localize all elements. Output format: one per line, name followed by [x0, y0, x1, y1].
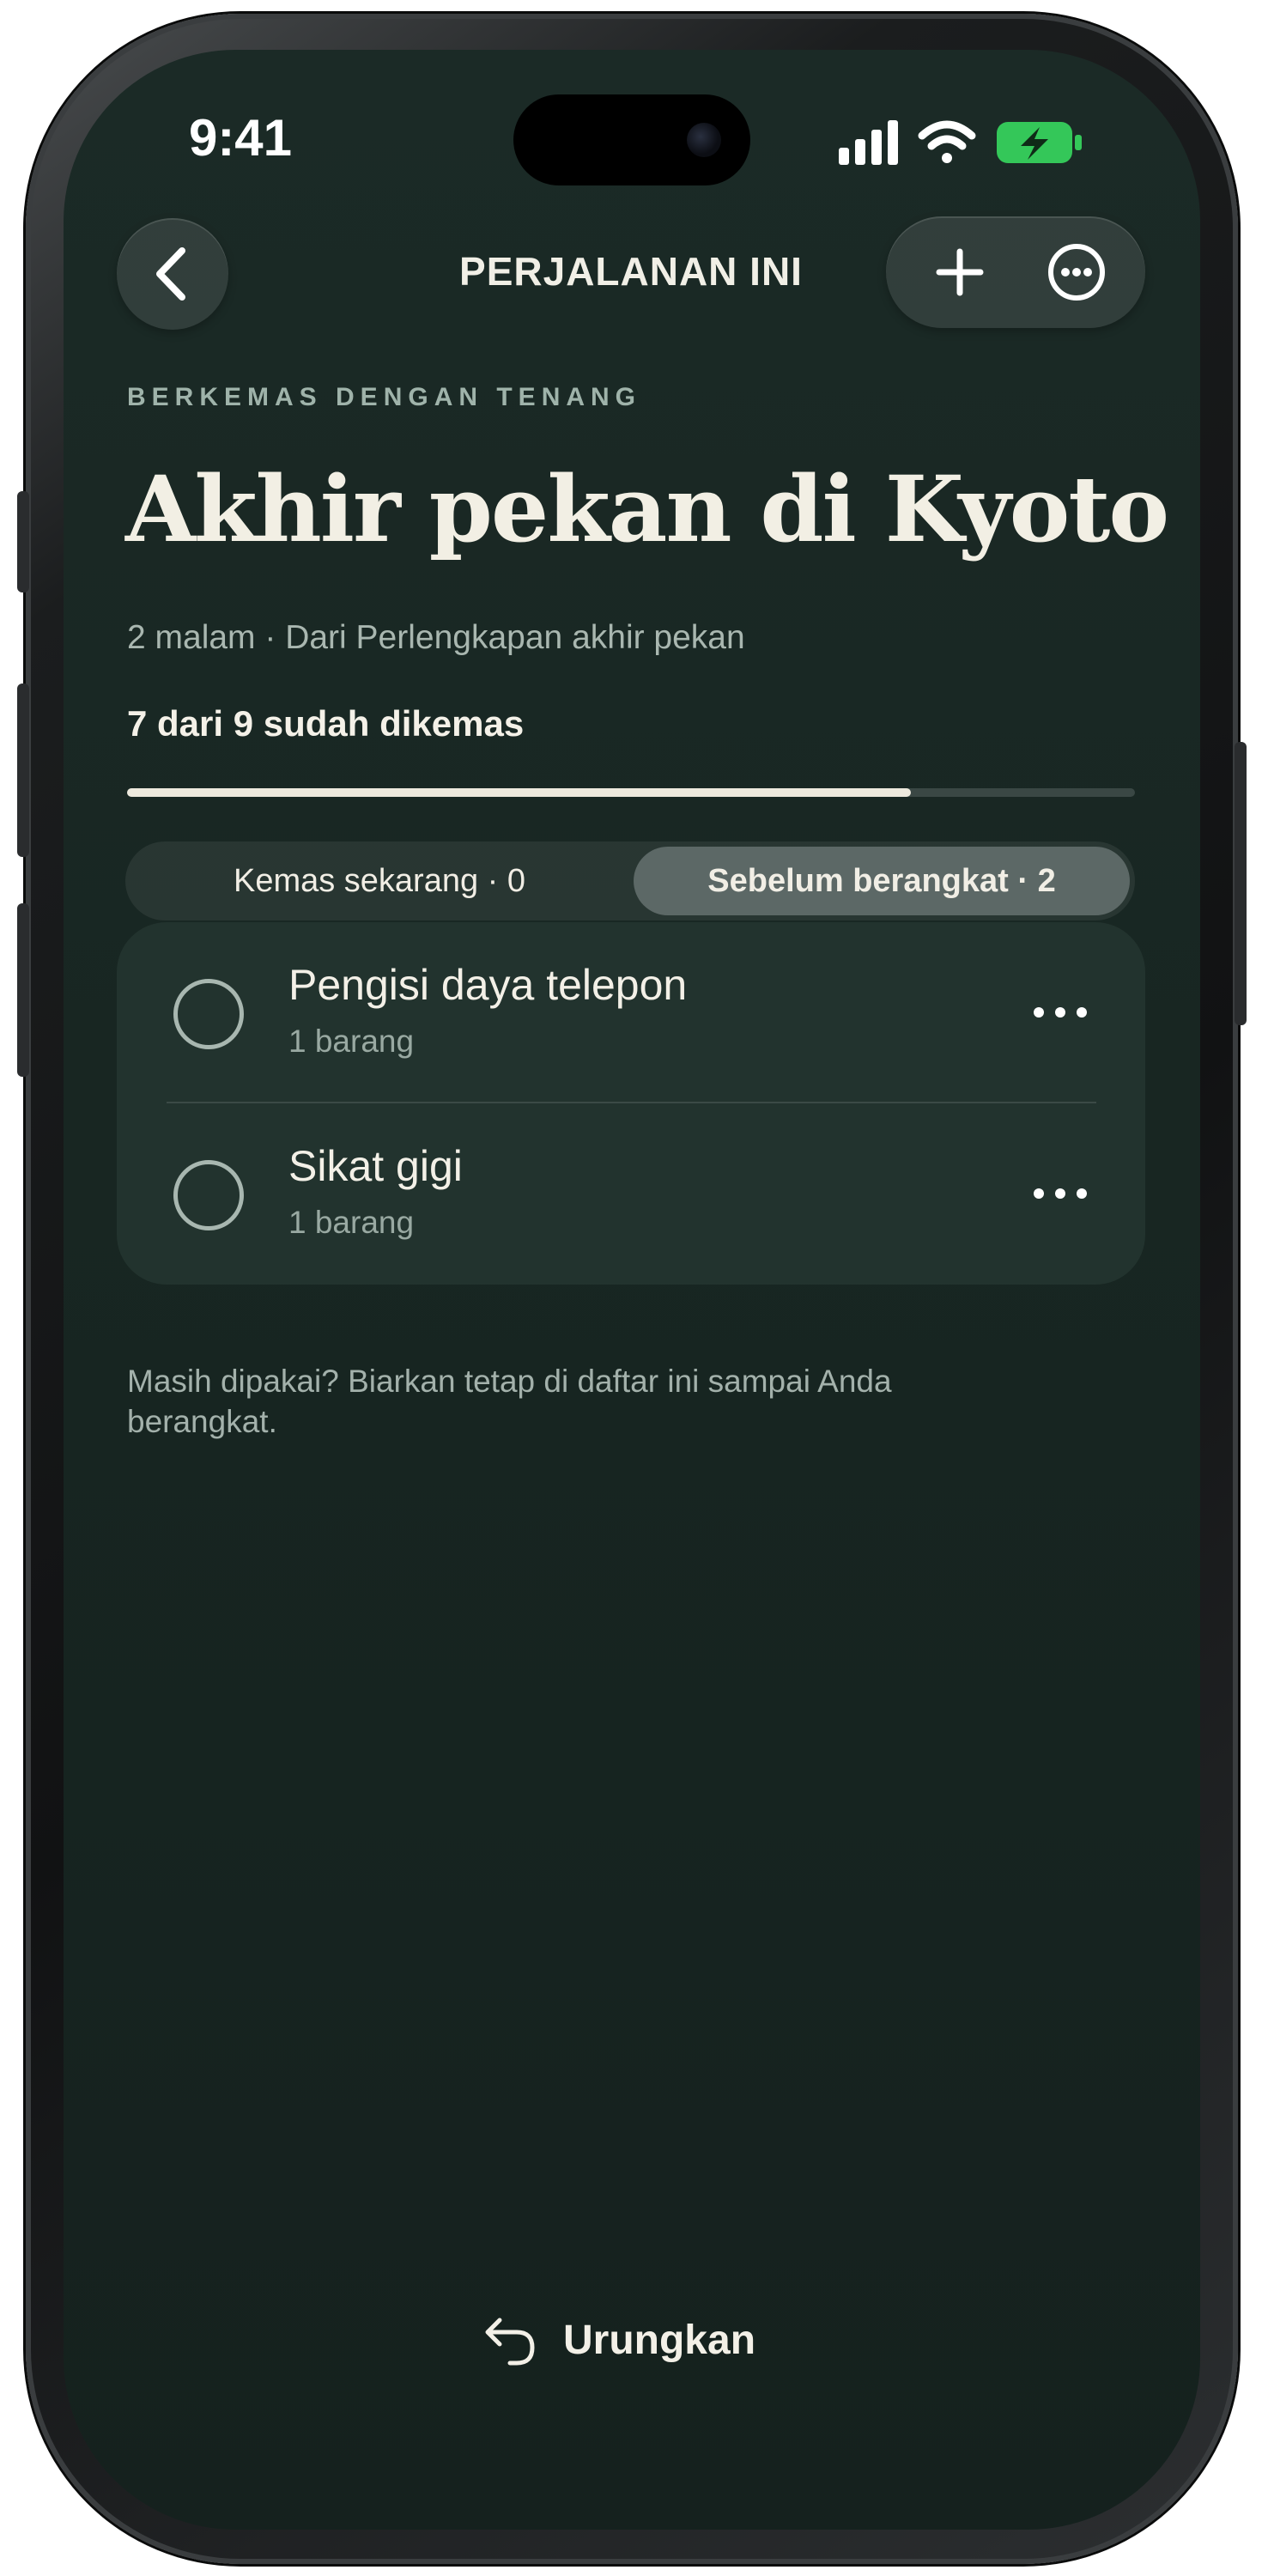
checkbox[interactable]	[173, 1160, 244, 1230]
status-time: 9:41	[188, 109, 293, 167]
volume-down-button	[17, 903, 29, 1077]
plus-icon	[936, 248, 984, 296]
wifi-icon	[918, 120, 976, 163]
helper-note: Masih dipakai? Biarkan tetap di daftar i…	[127, 1364, 892, 1439]
volume-up-button	[17, 683, 29, 857]
progress-bar-fill	[127, 788, 912, 797]
nav-actions	[886, 216, 1145, 328]
eyebrow-label: BERKEMAS DENGAN TENANG	[127, 383, 642, 411]
ellipsis-circle-icon	[1048, 244, 1105, 301]
segment-pack-now[interactable]: Kemas sekarang · 0	[130, 847, 628, 915]
progress-label: 7 dari 9 sudah dikemas	[127, 703, 525, 744]
nav-title: PERJALANAN INI	[459, 249, 803, 294]
undo-label: Urungkan	[563, 2317, 756, 2363]
more-options-button[interactable]	[1034, 229, 1119, 315]
page-title: Akhir pekan di Kyoto	[125, 455, 1169, 562]
item-list-card: Pengisi daya telepon 1 barang Sikat gigi…	[117, 922, 1145, 1285]
item-quantity: 1 barang	[288, 1024, 415, 1059]
progress-bar	[127, 788, 1135, 797]
ellipsis-icon	[1034, 1188, 1087, 1199]
item-more-button[interactable]	[1030, 991, 1090, 1034]
item-name: Sikat gigi	[288, 1142, 463, 1190]
item-quantity: 1 barang	[288, 1205, 415, 1240]
checkbox[interactable]	[173, 979, 244, 1049]
ellipsis-icon	[1034, 1007, 1087, 1018]
undo-button[interactable]: Urungkan	[481, 2301, 755, 2379]
status-icons	[837, 118, 1086, 167]
segment-before-departure[interactable]: Sebelum berangkat · 2	[634, 847, 1130, 915]
back-button[interactable]	[117, 218, 228, 330]
power-button	[1235, 742, 1247, 1025]
trip-subtitle: 2 malam · Dari Perlengkapan akhir pekan	[127, 619, 745, 656]
chevron-left-icon	[156, 247, 185, 301]
item-more-button[interactable]	[1030, 1172, 1090, 1215]
front-camera-icon	[687, 123, 721, 157]
battery-charging-icon	[997, 122, 1082, 163]
list-item[interactable]: Pengisi daya telepon 1 barang	[117, 922, 1145, 1103]
add-button[interactable]	[917, 229, 1003, 315]
item-name: Pengisi daya telepon	[288, 961, 688, 1009]
list-item[interactable]: Sikat gigi 1 barang	[117, 1103, 1145, 1285]
action-button	[17, 491, 29, 592]
segmented-control: Kemas sekarang · 0 Sebelum berangkat · 2	[125, 841, 1135, 920]
dynamic-island	[513, 94, 750, 185]
cellular-signal-icon	[839, 120, 898, 165]
undo-arrow-icon	[485, 2318, 535, 2366]
screen	[64, 50, 1200, 2530]
